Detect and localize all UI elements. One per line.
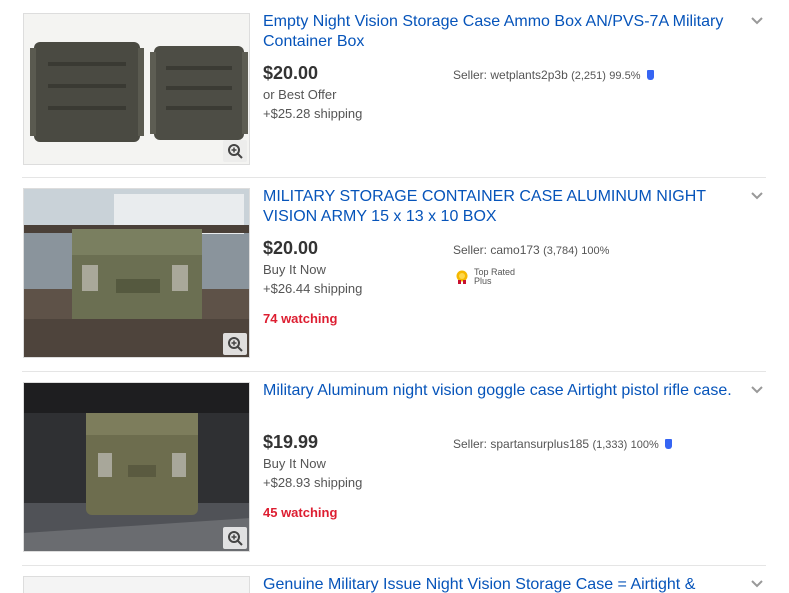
listing-price: $20.00 bbox=[263, 238, 319, 258]
seller-label: Seller: bbox=[453, 243, 488, 257]
seller-info: Seller: spartansurplus185 (1,333) 100% bbox=[453, 437, 673, 451]
listing-price: $19.99 bbox=[263, 432, 319, 452]
listing-item: Genuine Military Issue Night Vision Stor… bbox=[0, 0, 789, 593]
listing-image[interactable] bbox=[23, 188, 250, 358]
seller-feedback-percent: 100% bbox=[630, 439, 659, 451]
zoom-icon[interactable] bbox=[223, 333, 247, 355]
listing-format: Buy It Now bbox=[263, 456, 326, 471]
top-rated-badge-icon bbox=[454, 270, 470, 284]
listing-divider bbox=[22, 371, 766, 372]
seller-feedback-count: (3,784) bbox=[543, 245, 578, 257]
listing-shipping: +$26.44 shipping bbox=[263, 281, 363, 296]
listing-shipping: +$28.93 shipping bbox=[263, 475, 363, 490]
product-photo bbox=[24, 383, 249, 551]
listing-format: Buy It Now bbox=[263, 262, 326, 277]
zoom-icon[interactable] bbox=[223, 527, 247, 549]
product-photo bbox=[24, 189, 249, 357]
seller-feedback-percent: 100% bbox=[581, 245, 610, 257]
product-photo bbox=[24, 577, 249, 593]
top-rated-plus-label: Plus bbox=[474, 276, 492, 286]
chevron-down-icon[interactable] bbox=[749, 577, 765, 589]
search-results: Empty Night Vision Storage Case Ammo Box… bbox=[0, 0, 789, 593]
seller-feedback-count: (1,333) bbox=[592, 439, 628, 451]
ebay-guarantee-icon bbox=[665, 439, 673, 449]
listing-divider bbox=[22, 565, 766, 566]
seller-name: spartansurplus185 bbox=[490, 437, 590, 451]
listing-image[interactable] bbox=[23, 382, 250, 552]
seller-name: camo173 bbox=[490, 243, 540, 257]
seller-label: Seller: bbox=[453, 437, 488, 451]
watching-count: 74 watching bbox=[263, 311, 338, 326]
listing-image[interactable] bbox=[23, 576, 250, 593]
chevron-down-icon[interactable] bbox=[749, 383, 765, 395]
watching-count: 45 watching bbox=[263, 505, 338, 520]
seller-info: Seller: camo173 (3,784) 100% bbox=[453, 243, 609, 257]
listing-title-link[interactable]: Military Aluminum night vision goggle ca… bbox=[263, 381, 733, 401]
listing-title-link[interactable]: Genuine Military Issue Night Vision Stor… bbox=[263, 575, 733, 593]
